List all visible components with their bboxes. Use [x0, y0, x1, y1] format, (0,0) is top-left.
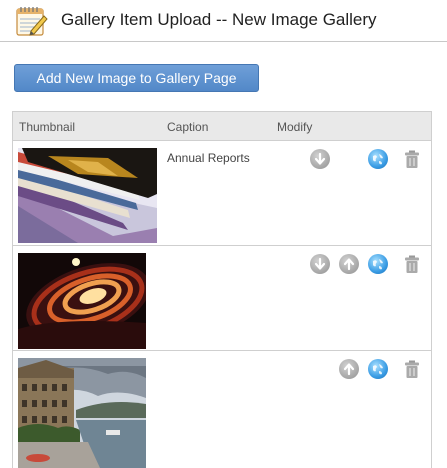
- column-header-modify: Modify: [277, 120, 313, 134]
- move-up-icon[interactable]: [339, 359, 359, 379]
- trash-icon[interactable]: [402, 149, 422, 169]
- thumbnail-image[interactable]: [18, 358, 146, 468]
- table-row: [13, 351, 431, 468]
- page-title: Gallery Item Upload -- New Image Gallery: [61, 10, 377, 29]
- trash-icon[interactable]: [402, 254, 422, 274]
- trash-icon[interactable]: [402, 359, 422, 379]
- column-header-thumbnail: Thumbnail: [19, 120, 76, 134]
- table-row: Annual Reports: [13, 141, 431, 246]
- table-row: [13, 246, 431, 351]
- move-down-icon[interactable]: [310, 149, 330, 169]
- globe-icon[interactable]: [368, 149, 388, 169]
- notepad-icon: [16, 7, 48, 36]
- globe-icon[interactable]: [368, 254, 388, 274]
- gallery-table: Thumbnail Caption Modify Annual Reports: [12, 111, 432, 468]
- column-header-caption: Caption: [167, 120, 209, 134]
- add-image-button[interactable]: Add New Image to Gallery Page: [14, 64, 259, 92]
- thumbnail-image[interactable]: [18, 253, 146, 349]
- caption-text: Annual Reports: [167, 151, 250, 165]
- page-header: Gallery Item Upload -- New Image Gallery: [0, 0, 447, 42]
- globe-icon[interactable]: [368, 359, 388, 379]
- table-header: Thumbnail Caption Modify: [13, 111, 431, 141]
- thumbnail-image[interactable]: [18, 148, 157, 243]
- move-down-icon[interactable]: [310, 254, 330, 274]
- move-up-icon[interactable]: [339, 254, 359, 274]
